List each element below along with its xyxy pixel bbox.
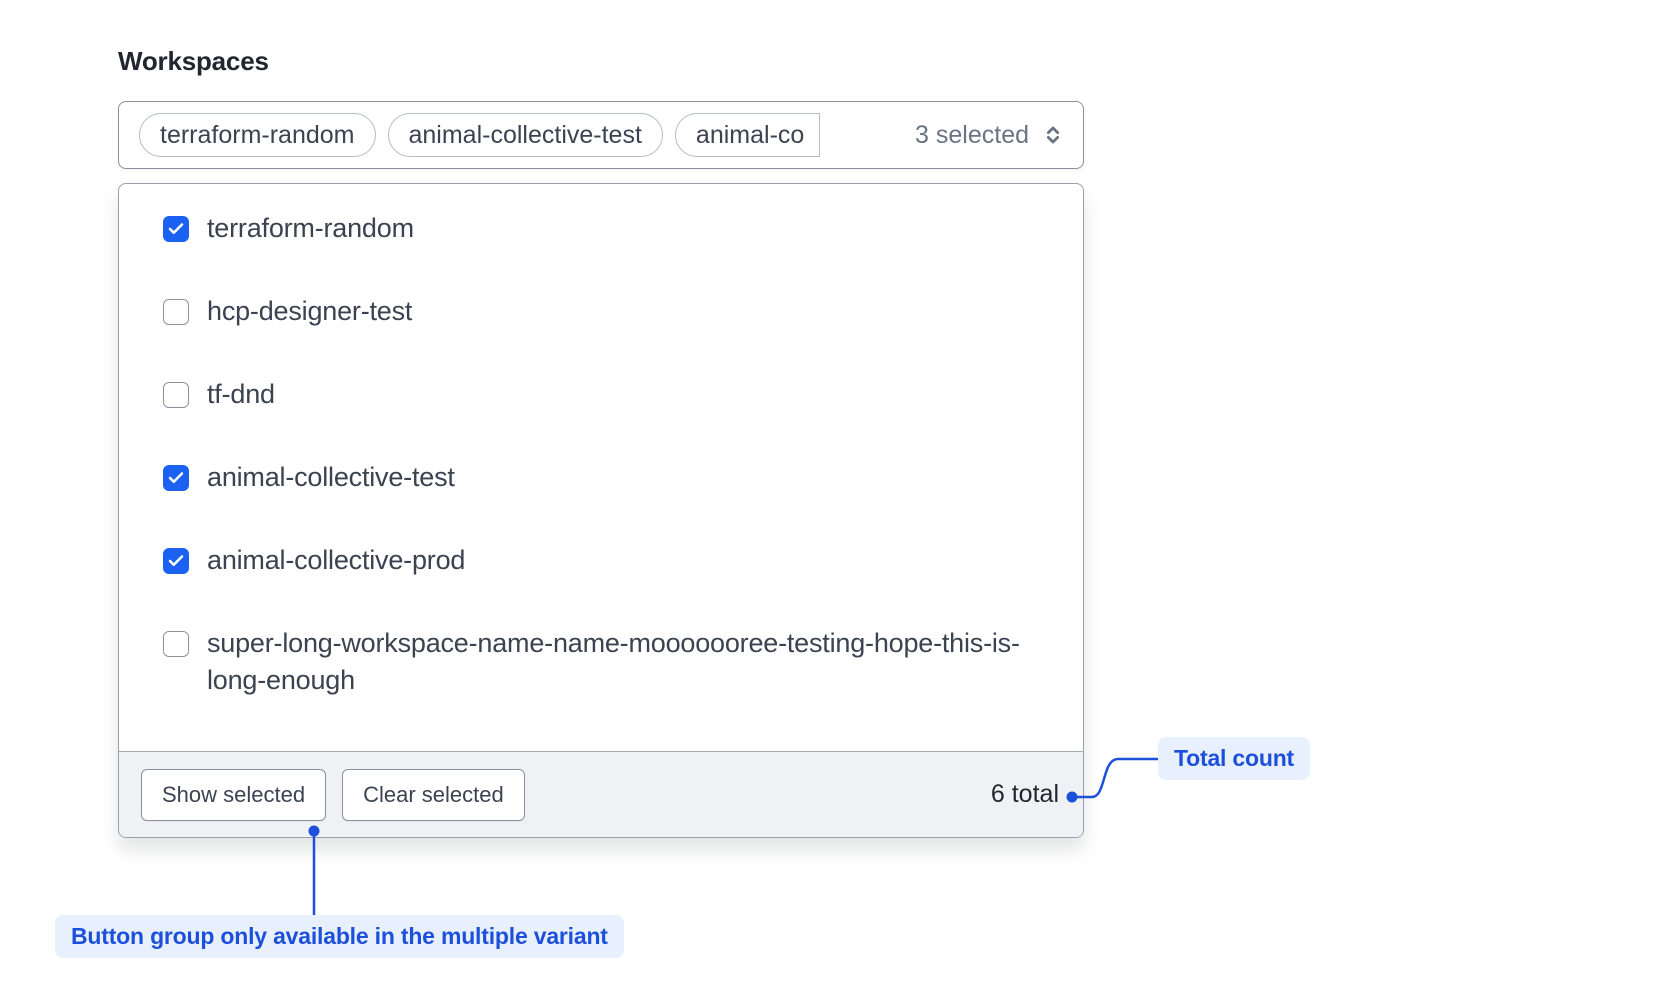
listbox-option[interactable]: terraform-random — [163, 210, 1059, 247]
selected-count: 3 selected — [915, 121, 1029, 150]
listbox-option[interactable]: tf-dnd — [163, 376, 1059, 413]
check-icon — [167, 220, 185, 238]
checkbox[interactable] — [163, 299, 189, 325]
total-count-annotation: Total count — [1158, 737, 1310, 780]
listbox-option[interactable]: animal-collective-prod — [163, 542, 1059, 579]
selected-pill-clipped: animal-co — [675, 113, 820, 157]
checkbox[interactable] — [163, 631, 189, 657]
option-label: super-long-workspace-name-name-moooooore… — [207, 625, 1059, 699]
listbox-footer: Show selected Clear selected 6 total — [119, 751, 1083, 837]
button-group-connector-line — [305, 823, 323, 919]
page: Workspaces terraform-random animal-colle… — [0, 0, 1672, 1008]
checkbox[interactable] — [163, 548, 189, 574]
total-count-text: 6 total — [991, 780, 1059, 809]
option-label: animal-collective-prod — [207, 542, 465, 579]
selected-pill: animal-collective-test — [388, 113, 663, 157]
check-icon — [167, 469, 185, 487]
listbox: terraform-random hcp-designer-test tf-dn… — [119, 184, 1083, 751]
listbox-popover: terraform-random hcp-designer-test tf-dn… — [118, 183, 1084, 838]
checkbox[interactable] — [163, 216, 189, 242]
listbox-option[interactable]: animal-collective-test — [163, 459, 1059, 496]
unfold-icon — [1039, 121, 1067, 149]
clear-selected-button[interactable]: Clear selected — [342, 769, 525, 821]
option-label: hcp-designer-test — [207, 293, 412, 330]
selected-count-group: 3 selected — [915, 121, 1067, 150]
checkbox[interactable] — [163, 382, 189, 408]
selected-pill: terraform-random — [139, 113, 376, 157]
button-group-annotation: Button group only available in the multi… — [55, 915, 624, 958]
listbox-option[interactable]: hcp-designer-test — [163, 293, 1059, 330]
option-label: tf-dnd — [207, 376, 275, 413]
check-icon — [167, 552, 185, 570]
workspaces-select-trigger[interactable]: terraform-random animal-collective-test … — [118, 101, 1084, 169]
total-count-connector-line — [1064, 745, 1160, 807]
option-label: terraform-random — [207, 210, 414, 247]
show-selected-button[interactable]: Show selected — [141, 769, 326, 821]
listbox-option[interactable]: super-long-workspace-name-name-moooooore… — [163, 625, 1059, 699]
field-label: Workspaces — [118, 46, 269, 77]
option-label: animal-collective-test — [207, 459, 455, 496]
checkbox[interactable] — [163, 465, 189, 491]
